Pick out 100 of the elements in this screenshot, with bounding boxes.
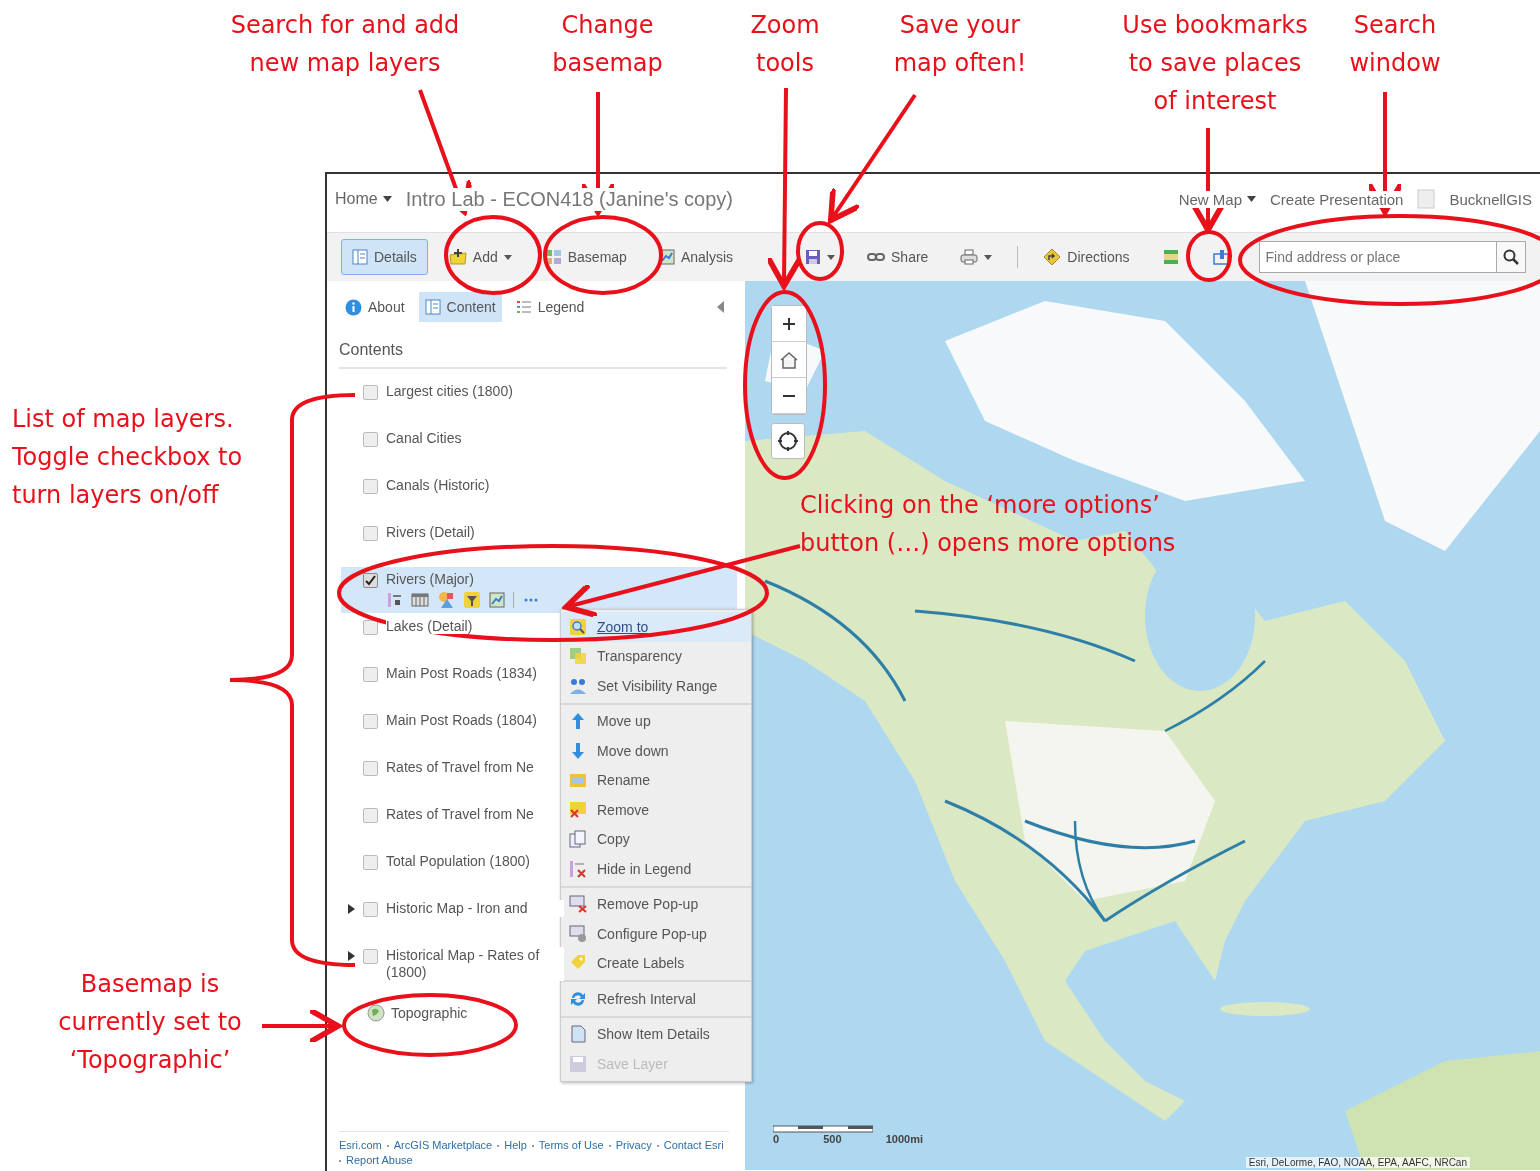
annotation-text: Clicking on the ‘more options’ button (…) opens more options [800, 490, 1177, 559]
basemap-button[interactable]: Basemap [532, 239, 638, 275]
menu-item[interactable]: Show Item Details [561, 1019, 751, 1049]
directions-icon [1043, 248, 1062, 266]
layer-checkbox[interactable] [363, 667, 378, 682]
copy-icon [569, 830, 587, 849]
search-button[interactable] [1497, 241, 1526, 273]
globe-icon [367, 1004, 385, 1022]
more-options-button[interactable] [522, 596, 540, 604]
details-button[interactable]: Details [341, 239, 428, 275]
contents-heading: Contents [339, 341, 727, 369]
layer-name[interactable]: Rivers (Major) [386, 571, 474, 587]
create-presentation-link[interactable]: Create Presentation [1270, 190, 1404, 208]
annotation-text: Search for and add new map layers [229, 10, 461, 79]
layer-name[interactable]: Historical Map - Rates of (1800) [386, 947, 564, 981]
menu-item[interactable]: Move down [561, 736, 751, 766]
caret-icon [503, 254, 512, 260]
add-button[interactable]: Add [437, 239, 523, 275]
layer-checkbox[interactable] [363, 432, 378, 447]
expand-icon[interactable] [348, 951, 355, 961]
layer-name[interactable]: Lakes (Detail) [386, 618, 473, 634]
footer-link[interactable]: Esri.com [339, 1138, 382, 1153]
share-button[interactable]: Share [856, 239, 940, 275]
menu-item[interactable]: Hide in Legend [561, 854, 751, 884]
content-icon [424, 299, 441, 315]
up-arrow-icon [569, 712, 587, 731]
menu-item[interactable]: Remove [561, 795, 751, 825]
menu-item[interactable]: Configure Pop-up [561, 919, 751, 949]
info-icon [345, 298, 362, 316]
layer-name[interactable]: Canal Cities [386, 430, 462, 446]
basemap-name[interactable]: Topographic [391, 1005, 468, 1021]
scale-label: 500 [823, 1133, 842, 1145]
footer-link[interactable]: Privacy [615, 1138, 652, 1153]
filter-icon[interactable] [463, 591, 481, 609]
footer-link[interactable]: Terms of Use [538, 1138, 604, 1153]
layer-name[interactable]: Main Post Roads (1804) [386, 712, 537, 728]
menu-item[interactable]: Refresh Interval [561, 984, 751, 1014]
footer-link[interactable]: Report Abuse [346, 1153, 413, 1168]
layer-checkbox[interactable] [363, 620, 378, 635]
analysis-button[interactable]: Analysis [647, 239, 744, 275]
layer-checkbox[interactable] [363, 714, 378, 729]
annotation-text: Save your map often! [892, 10, 1028, 79]
zoom-in-button[interactable] [772, 306, 806, 342]
expand-icon[interactable] [348, 904, 355, 914]
analysis-icon[interactable] [489, 592, 505, 608]
layer-name[interactable]: Historic Map - Iron and [386, 900, 564, 917]
directions-button[interactable]: Directions [1032, 239, 1141, 275]
menu-item[interactable]: Set Visibility Range [561, 671, 751, 701]
locate-button[interactable] [771, 423, 805, 459]
search-icon [1503, 249, 1519, 265]
legend-icon[interactable] [387, 592, 403, 608]
caret-icon [1247, 196, 1257, 202]
layer-checkbox[interactable] [363, 573, 378, 588]
search-field[interactable]: Find address or place [1258, 241, 1497, 273]
new-map-menu[interactable]: New Map [1178, 190, 1257, 208]
layer-checkbox[interactable] [363, 855, 378, 870]
layer-name[interactable]: Rivers (Detail) [386, 524, 475, 540]
layer-checkbox[interactable] [363, 385, 378, 400]
layer-name[interactable]: Rates of Travel from Ne [386, 759, 534, 775]
footer-link[interactable]: Contact Esri [663, 1138, 724, 1153]
home-icon [779, 350, 799, 369]
footer-link[interactable]: ArcGIS Marketplace [393, 1138, 493, 1153]
annotation-text: Zoom tools [749, 10, 821, 79]
layer-checkbox[interactable] [363, 902, 378, 917]
layer-name[interactable]: Canals (Historic) [386, 477, 490, 493]
layer-name[interactable]: Largest cities (1800) [386, 383, 513, 399]
layer-checkbox[interactable] [363, 761, 378, 776]
about-tab[interactable]: About [339, 292, 411, 322]
save-icon [805, 249, 821, 265]
annotation-text: Use bookmarks to save places of interest [1121, 10, 1309, 117]
layer-checkbox[interactable] [363, 479, 378, 494]
menu-item[interactable]: Transparency [561, 641, 751, 671]
menu-item[interactable]: Copy [561, 824, 751, 854]
menu-item[interactable]: Move up [561, 706, 751, 736]
layer-name[interactable]: Rates of Travel from Ne [386, 806, 534, 822]
footer-link[interactable]: Help [504, 1138, 527, 1153]
layer-name[interactable]: Main Post Roads (1834) [386, 665, 537, 681]
bookmark-icon [1211, 248, 1230, 266]
layer-checkbox[interactable] [363, 808, 378, 823]
layer-checkbox[interactable] [363, 526, 378, 541]
content-tab[interactable]: Content [418, 292, 502, 322]
hide-icon [569, 859, 587, 878]
caret-icon [382, 196, 392, 202]
annotation-text: Basemap is currently set to ‘Topographic’ [57, 969, 243, 1076]
selected-layer-row[interactable]: Rivers (Major) [341, 567, 737, 613]
refresh-icon [569, 989, 587, 1008]
menu-item[interactable]: Create Labels [561, 948, 751, 978]
table-icon[interactable] [411, 592, 429, 608]
callout-ellipse [1186, 230, 1232, 282]
layer-checkbox[interactable] [363, 949, 378, 964]
crosshair-icon [777, 430, 799, 452]
layer-name[interactable]: Total Population (1800) [386, 853, 530, 869]
style-icon[interactable] [437, 591, 455, 609]
collapse-icon[interactable] [717, 301, 725, 313]
people-icon [569, 676, 587, 695]
menu-item[interactable]: Rename [561, 765, 751, 795]
legend-tab[interactable]: Legend [509, 292, 591, 322]
scale-label: 0 [773, 1133, 780, 1145]
menu-item[interactable]: Remove Pop-up [561, 889, 751, 919]
annotation-text: Search window [1348, 10, 1442, 79]
